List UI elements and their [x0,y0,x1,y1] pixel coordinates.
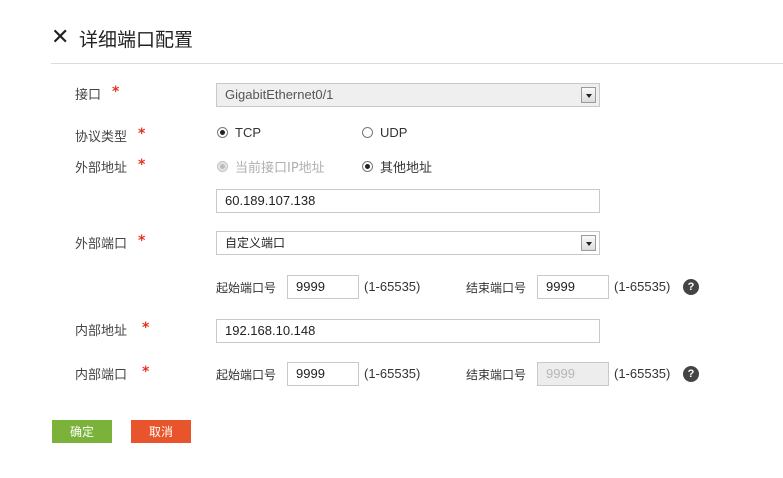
other-address-label: 其他地址 [380,161,433,176]
page-title: 详细端口配置 [79,28,194,51]
external-end-port-value: 9999 [546,279,575,294]
confirm-button[interactable]: 确定 [52,420,112,443]
chevron-down-icon [581,235,596,251]
protocol-udp-label: UDP [380,125,408,140]
interface-select[interactable]: GigabitEthernet0/1 [216,83,600,107]
internal-address-value: 192.168.10.148 [225,323,316,338]
radio-unchecked-icon [362,127,373,138]
interface-value: GigabitEthernet0/1 [225,87,334,102]
required-mark: * [112,84,120,100]
radio-checked-icon [362,161,373,172]
external-address-input[interactable]: 60.189.107.138 [216,189,600,213]
protocol-tcp-label: TCP [235,125,261,140]
external-end-port-input[interactable]: 9999 [537,275,609,299]
required-mark: * [142,364,150,380]
external-port-label: 外部端口 [75,237,128,252]
current-interface-ip-radio[interactable]: 当前接口IP地址 [217,157,325,176]
protocol-label: 协议类型 [75,130,128,145]
external-end-port-label: 结束端口号 [466,281,527,295]
required-mark: * [138,233,146,249]
internal-end-port-label: 结束端口号 [466,368,527,382]
external-address-label: 外部地址 [75,161,128,176]
external-start-port-input[interactable]: 9999 [287,275,359,299]
radio-checked-icon [217,127,228,138]
cancel-button[interactable]: 取消 [131,420,191,443]
internal-end-port-input[interactable]: 9999 [537,362,609,386]
internal-end-port-placeholder: 9999 [546,366,575,381]
required-mark: * [138,126,146,142]
close-icon[interactable]: ✕ [51,26,73,50]
current-interface-ip-label: 当前接口IP地址 [235,161,325,176]
radio-disabled-icon [217,161,228,172]
interface-label: 接口 [75,88,102,103]
required-mark: * [138,157,146,173]
internal-start-port-range: (1-65535) [364,366,421,381]
chevron-down-icon [581,87,596,103]
external-port-value: 自定义端口 [225,236,286,250]
required-mark: * [142,320,150,336]
other-address-radio[interactable]: 其他地址 [362,157,432,176]
internal-start-port-input[interactable]: 9999 [287,362,359,386]
protocol-udp-radio[interactable]: UDP [362,125,407,140]
dialog-header: ✕ 详细端口配置 [51,24,193,52]
internal-start-port-value: 9999 [296,366,325,381]
external-start-port-range: (1-65535) [364,279,421,294]
protocol-tcp-radio[interactable]: TCP [217,125,261,140]
internal-address-label: 内部地址 [75,324,128,339]
external-start-port-value: 9999 [296,279,325,294]
internal-address-input[interactable]: 192.168.10.148 [216,319,600,343]
external-address-value: 60.189.107.138 [225,193,316,208]
internal-port-label: 内部端口 [75,368,128,383]
internal-start-port-label: 起始端口号 [216,368,277,382]
help-icon[interactable]: ? [683,366,699,382]
external-port-select[interactable]: 自定义端口 [216,231,600,255]
internal-end-port-range: (1-65535) [614,366,671,381]
external-start-port-label: 起始端口号 [216,281,277,295]
external-end-port-range: (1-65535) [614,279,671,294]
header-divider [51,63,783,64]
help-icon[interactable]: ? [683,279,699,295]
